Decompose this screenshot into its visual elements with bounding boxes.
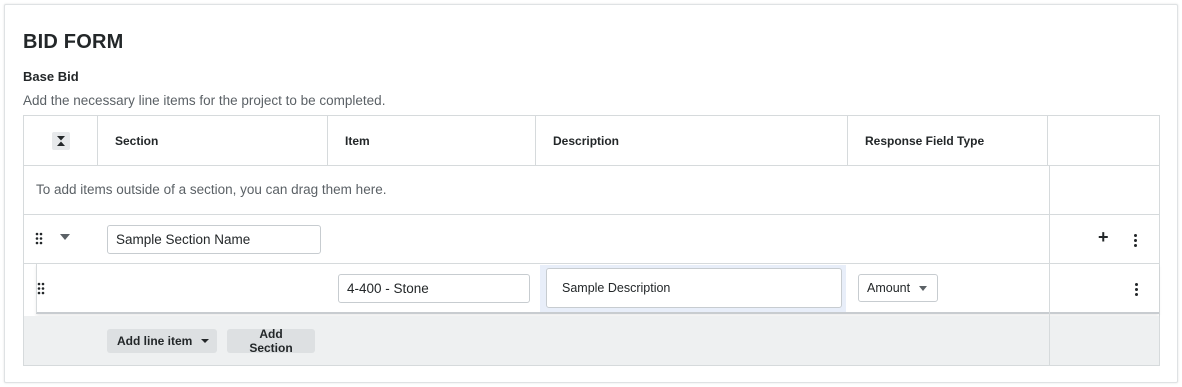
header-section[interactable]: Section bbox=[98, 116, 328, 165]
section-name-input[interactable] bbox=[107, 225, 321, 254]
drag-handle-icon[interactable] bbox=[35, 232, 43, 247]
item-input[interactable] bbox=[338, 274, 530, 303]
description-cell bbox=[540, 265, 846, 312]
caret-down-icon[interactable] bbox=[60, 234, 70, 240]
bid-form-card: BID FORM Base Bid Add the necessary line… bbox=[4, 4, 1178, 383]
description-input[interactable] bbox=[546, 268, 842, 308]
header-response-field-type[interactable]: Response Field Type bbox=[848, 116, 1048, 165]
add-line-item-label: Add line item bbox=[117, 334, 193, 348]
grid-header: Section Item Description Response Field … bbox=[24, 116, 1159, 166]
header-actions bbox=[1048, 116, 1159, 165]
section-heading: Base Bid bbox=[23, 69, 79, 84]
plus-icon[interactable]: + bbox=[1098, 227, 1109, 248]
response-type-value: Amount bbox=[867, 281, 911, 295]
drop-zone-hint: To add items outside of a section, you c… bbox=[36, 182, 387, 197]
response-type-select[interactable]: Amount bbox=[858, 274, 938, 302]
helper-text: Add the necessary line items for the pro… bbox=[23, 93, 386, 108]
collapse-all-icon[interactable] bbox=[51, 131, 70, 150]
page-title: BID FORM bbox=[23, 31, 124, 53]
drop-zone-row[interactable]: To add items outside of a section, you c… bbox=[24, 166, 1159, 215]
add-line-item-button[interactable]: Add line item bbox=[107, 329, 217, 353]
grid-footer: Add line item Add Section bbox=[24, 316, 1159, 365]
footer-divider bbox=[1049, 316, 1050, 365]
chevron-down-icon bbox=[201, 339, 209, 343]
add-section-button[interactable]: Add Section bbox=[227, 327, 315, 355]
section-row: + bbox=[24, 215, 1159, 264]
header-collapse-cell bbox=[24, 116, 98, 165]
kebab-menu-icon[interactable] bbox=[1135, 283, 1139, 296]
header-item[interactable]: Item bbox=[328, 116, 536, 165]
bid-grid: Section Item Description Response Field … bbox=[23, 115, 1160, 366]
kebab-menu-icon[interactable] bbox=[1134, 234, 1138, 247]
header-description[interactable]: Description bbox=[536, 116, 848, 165]
drag-handle-icon[interactable] bbox=[37, 282, 45, 297]
line-item-row: Amount bbox=[36, 264, 1159, 314]
chevron-down-icon bbox=[919, 286, 927, 291]
